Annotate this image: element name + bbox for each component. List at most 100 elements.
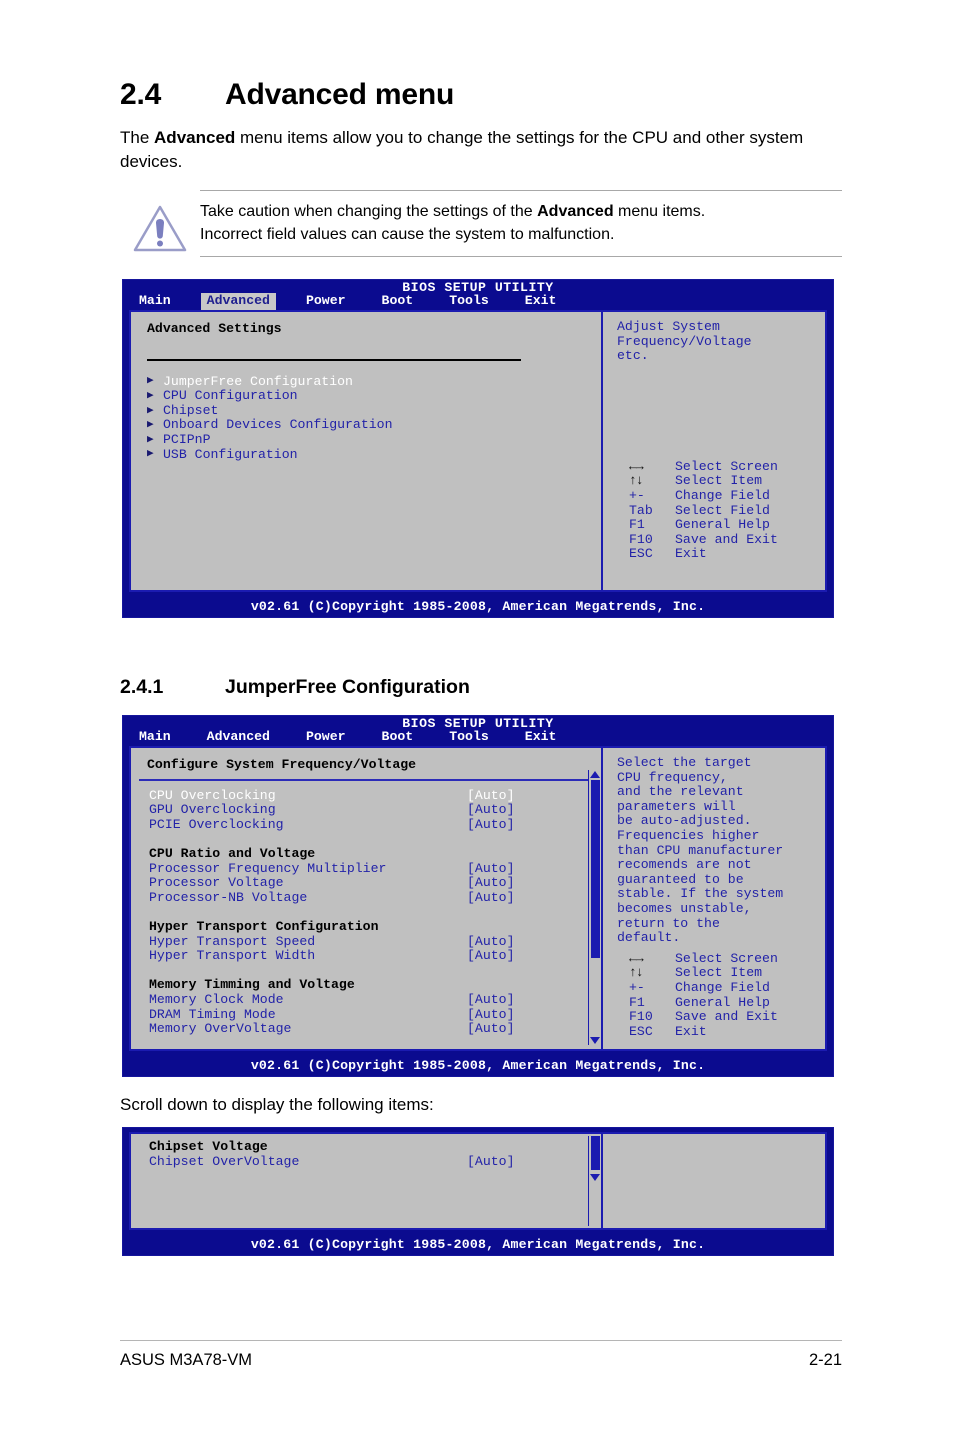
scroll-down-arrow-icon[interactable]	[590, 1174, 600, 1182]
pane-title: Advanced Settings	[147, 321, 282, 336]
nav-key-row: +- Change Field	[629, 980, 825, 996]
section-heading: 2.4 Advanced menu	[120, 78, 842, 112]
vertical-scrollbar[interactable]	[588, 770, 601, 1046]
bios-body: Chipset Voltage Chipset OverVoltage [Auto]	[129, 1132, 827, 1231]
settings-row[interactable]: Chipset OverVoltage [Auto]	[149, 1153, 601, 1170]
bios-tab-boot[interactable]: Boot	[376, 729, 420, 746]
bios-settings-list: CPU Overclocking [Auto] GPU Overclocking [A…	[131, 787, 601, 1037]
bios-tab-exit[interactable]: Exit	[519, 293, 563, 310]
settings-row[interactable]: CPU Overclocking [Auto]	[149, 787, 601, 804]
caution-line-2: Incorrect field values can cause the sys…	[200, 226, 615, 243]
nav-key-arrow-icon: ↑↓	[629, 473, 644, 489]
bios-tab-power[interactable]: Power	[300, 293, 352, 310]
submenu-arrow-icon: ▶	[147, 389, 154, 402]
bios-settings-list: Chipset Voltage Chipset OverVoltage [Auto]	[131, 1140, 601, 1169]
bios-copyright-footer: v02.61 (C)Copyright 1985-2008, American …	[123, 1234, 833, 1256]
settings-row-label: Memory Timming and Voltage	[149, 977, 355, 993]
bios-menu-item-label: Chipset	[163, 402, 219, 418]
bios-tab-main[interactable]: Main	[133, 729, 177, 746]
settings-row[interactable]: DRAM Timing Mode [Auto]	[149, 1007, 601, 1023]
bios-tab-exit[interactable]: Exit	[519, 729, 563, 746]
bios-menu-item[interactable]: ▶ JumperFree Configuration	[147, 373, 601, 390]
scroll-down-note: Scroll down to display the following ite…	[120, 1095, 434, 1115]
settings-row-label: Chipset OverVoltage	[149, 1153, 300, 1169]
nav-key-description: General Help	[675, 994, 770, 1010]
bios-menu-item[interactable]: ▶ USB Configuration	[147, 447, 601, 463]
caution-text-1: Take caution when changing the settings …	[200, 203, 538, 220]
settings-row-value[interactable]: [Auto]	[467, 817, 514, 833]
scrollbar-thumb[interactable]	[590, 1136, 600, 1171]
bios-screenshot-jumperfree-config: BIOS SETUP UTILITY Main Advanced Power Boot…	[122, 715, 834, 1078]
settings-row-value[interactable]: [Auto]	[467, 890, 514, 906]
pane-title: Configure System Frequency/Voltage	[147, 757, 417, 772]
bios-menu-item[interactable]: ▶ Chipset	[147, 402, 601, 419]
bios-settings-pane: Advanced Settings ▶ JumperFree Configurat…	[131, 312, 601, 590]
settings-row[interactable]: Processor-NB Voltage [Auto]	[149, 890, 601, 906]
settings-row-label: Memory Clock Mode	[149, 991, 284, 1007]
nav-key-row: Tab Select Field	[629, 502, 825, 519]
settings-row[interactable]: PCIE Overclocking [Auto]	[149, 816, 601, 833]
settings-row-value[interactable]: [Auto]	[467, 992, 514, 1008]
bios-menu-item[interactable]: ▶ CPU Configuration	[147, 389, 601, 404]
scrollbar-thumb[interactable]	[590, 780, 600, 958]
row-spacer	[149, 905, 601, 920]
nav-key-row: ESC Exit	[629, 1023, 825, 1040]
bios-tab-tools[interactable]: Tools	[443, 729, 495, 746]
settings-row[interactable]: Processor Voltage [Auto]	[149, 876, 601, 891]
settings-group-header: Hyper Transport Configuration	[149, 919, 601, 935]
settings-row-value[interactable]: [Auto]	[467, 861, 514, 877]
settings-group-header: Chipset Voltage	[149, 1140, 601, 1155]
bios-menu-item-label: Onboard Devices Configuration	[163, 417, 393, 433]
nav-key-label: ESC	[629, 1023, 653, 1039]
bios-top-bar: BIOS SETUP UTILITY Main Advanced Power Boot…	[123, 716, 833, 746]
settings-row-label: PCIE Overclocking	[149, 816, 284, 832]
help-text-line: CPU frequency,	[617, 769, 728, 785]
nav-key-arrow-icon: ↑↓	[629, 965, 644, 981]
nav-key-row: +- Change Field	[629, 488, 825, 504]
scroll-up-arrow-icon[interactable]	[590, 771, 600, 778]
bios-tab-power[interactable]: Power	[300, 729, 352, 746]
nav-key-label: Tab	[629, 502, 653, 518]
manual-page: 2.4 Advanced menu The Advanced menu item…	[0, 0, 954, 1438]
settings-row-value[interactable]: [Auto]	[467, 934, 514, 950]
settings-row[interactable]: Memory OverVoltage [Auto]	[149, 1021, 601, 1037]
vertical-scrollbar[interactable]	[588, 1136, 601, 1227]
nav-key-label: F10	[629, 1009, 653, 1025]
settings-row[interactable]: Hyper Transport Speed [Auto]	[149, 934, 601, 950]
caution-note: Take caution when changing the settings …	[120, 190, 842, 257]
subsection-heading: 2.4.1 JumperFree Configuration	[120, 676, 842, 699]
settings-row-value[interactable]: [Auto]	[467, 876, 514, 891]
bios-menu-item[interactable]: ▶ PCIPnP	[147, 431, 601, 448]
settings-row[interactable]: GPU Overclocking [Auto]	[149, 803, 601, 818]
nav-key-description: Select Screen	[675, 950, 778, 966]
bios-menu-item-label: PCIPnP	[163, 431, 211, 447]
bios-tab-boot[interactable]: Boot	[376, 293, 420, 310]
settings-row-label: CPU Overclocking	[149, 787, 276, 803]
nav-key-description: Save and Exit	[675, 1009, 778, 1025]
settings-row-value[interactable]: [Auto]	[467, 1007, 514, 1023]
bios-tab-advanced[interactable]: Advanced	[201, 729, 276, 746]
bios-menu-item-label: JumperFree Configuration	[163, 373, 353, 389]
settings-row-value[interactable]: [Auto]	[467, 1021, 514, 1037]
bios-screenshot-advanced-menu: BIOS SETUP UTILITY Main Advanced Power Boot…	[122, 279, 834, 618]
bios-screenshot-chipset-voltage: Chipset Voltage Chipset OverVoltage [Auto]…	[122, 1127, 834, 1257]
help-text-line: Adjust System	[617, 319, 720, 334]
settings-row-value[interactable]: [Auto]	[467, 1154, 514, 1170]
settings-row-value[interactable]: [Auto]	[467, 788, 514, 804]
nav-key-row: F1 General Help	[629, 518, 825, 533]
bios-menu-item[interactable]: ▶ Onboard Devices Configuration	[147, 418, 601, 433]
help-text-line: return to the	[617, 915, 720, 931]
bios-tab-main[interactable]: Main	[133, 293, 177, 310]
nav-key-row: F1 General Help	[629, 994, 825, 1011]
row-spacer	[149, 964, 601, 979]
settings-row[interactable]: Hyper Transport Width [Auto]	[149, 949, 601, 964]
settings-row-value[interactable]: [Auto]	[467, 803, 514, 818]
nav-key-row: ←→ Select Screen	[629, 950, 825, 967]
settings-row[interactable]: Memory Clock Mode [Auto]	[149, 991, 601, 1008]
settings-row-value[interactable]: [Auto]	[467, 949, 514, 964]
scroll-down-arrow-icon[interactable]	[590, 1037, 600, 1045]
bios-tab-tools[interactable]: Tools	[443, 293, 495, 310]
settings-row[interactable]: Processor Frequency Multiplier [Auto]	[149, 861, 601, 877]
bios-tab-advanced[interactable]: Advanced	[200, 293, 276, 310]
settings-row-label: GPU Overclocking	[149, 802, 276, 818]
